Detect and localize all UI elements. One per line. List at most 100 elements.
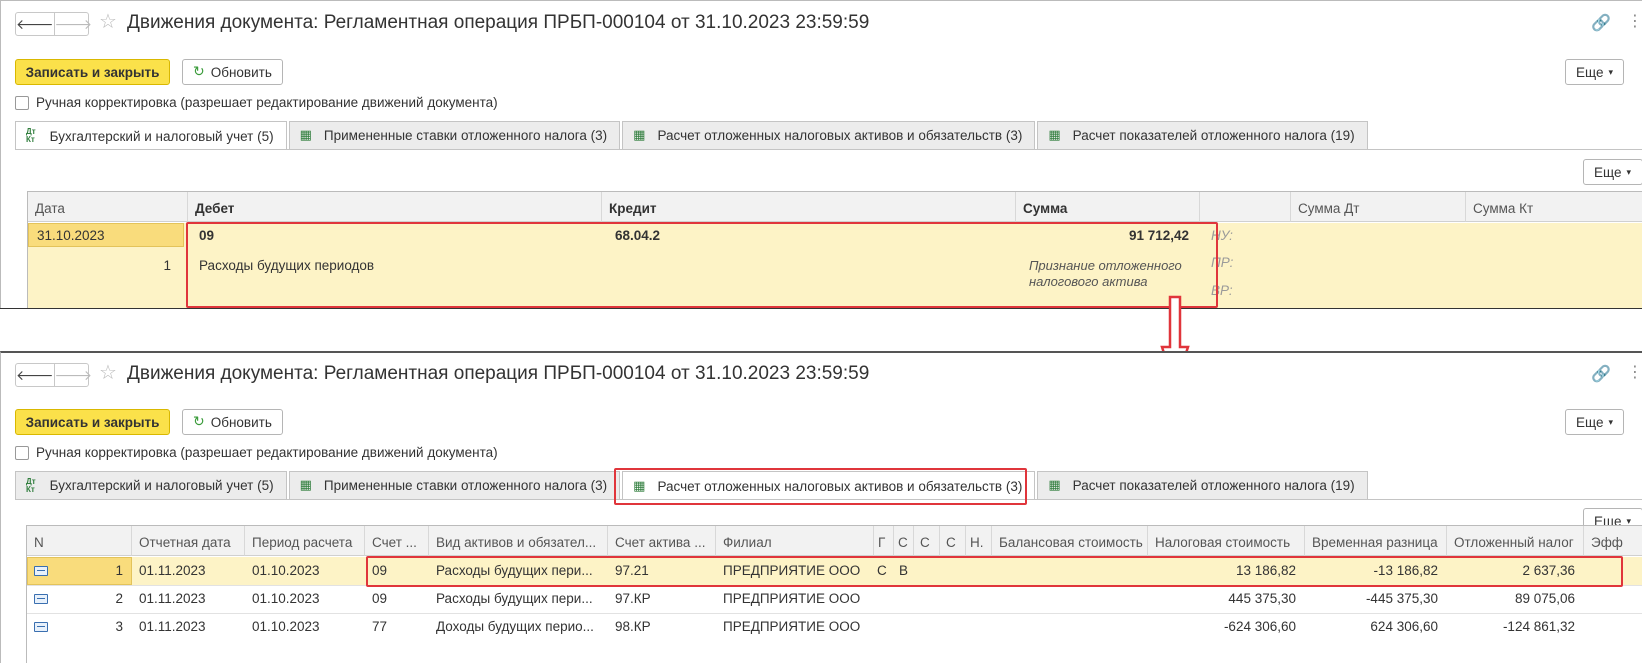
favorite-star-icon[interactable]: ☆: [99, 360, 117, 384]
forward-arrow-icon[interactable]: 🡒: [53, 364, 92, 386]
manual-edit-row: Ручная корректировка (разрешает редактир…: [15, 95, 498, 110]
more-vertical-icon[interactable]: ⋮: [1627, 11, 1642, 30]
link-icon[interactable]: 🔗: [1591, 13, 1611, 32]
row-n: 2: [115, 591, 123, 606]
col-balance[interactable]: Балансовая стоимость: [992, 526, 1148, 556]
row-line-no: 1: [163, 258, 171, 273]
more-label: Еще: [1576, 64, 1604, 80]
refresh-icon: ↻: [193, 64, 205, 80]
col-sum-kt[interactable]: Сумма Кт: [1466, 192, 1642, 222]
nav-buttons: 🡐 🡒: [15, 12, 92, 36]
tab-label: Бухгалтерский и налоговый учет (5): [49, 128, 274, 144]
row-report-date: 01.11.2023: [139, 563, 206, 578]
refresh-button[interactable]: ↻ Обновить: [182, 409, 283, 435]
more-button[interactable]: Еще ▾: [1565, 409, 1624, 435]
refresh-label: Обновить: [210, 414, 272, 430]
tab-accounting[interactable]: Дт Кт Бухгалтерский и налоговый учет (5): [15, 471, 287, 499]
tab-highlight-box: [614, 468, 1027, 505]
grid-more-button[interactable]: Еще ▾: [1583, 159, 1642, 185]
col-asset-account[interactable]: Счет актива ...: [608, 526, 716, 556]
tab-deferred-indicators[interactable]: ▦ Расчет показателей отложенного налога …: [1037, 471, 1368, 499]
link-icon[interactable]: 🔗: [1591, 364, 1611, 383]
dt-kt-icon: Дт Кт: [26, 476, 36, 494]
col-blank[interactable]: [1200, 192, 1291, 222]
row-divider: [27, 613, 1642, 614]
favorite-star-icon[interactable]: ☆: [99, 9, 117, 33]
dropdown-caret-icon: ▾: [1626, 166, 1631, 177]
col-credit[interactable]: Кредит: [602, 192, 1016, 222]
refresh-button[interactable]: ↻ Обновить: [182, 59, 283, 85]
row-branch: ПРЕДПРИЯТИЕ ООО: [723, 619, 861, 634]
more-label: Еще: [1594, 164, 1622, 180]
col-c5[interactable]: Н.: [966, 526, 992, 556]
tab-applied-rates[interactable]: ▦ Примененные ставки отложенного налога …: [288, 121, 621, 149]
tab-label: Примененные ставки отложенного налога (3…: [323, 128, 608, 143]
col-debit[interactable]: Дебет: [188, 192, 602, 222]
more-button[interactable]: Еще ▾: [1565, 59, 1624, 85]
col-sum[interactable]: Сумма: [1016, 192, 1200, 222]
row-n: 1: [115, 563, 123, 578]
row-period: 01.10.2023: [252, 619, 320, 634]
tab-label: Примененные ставки отложенного налога (3…: [323, 478, 608, 493]
row-deferred: 89 075,06: [1514, 591, 1575, 606]
col-c1[interactable]: Г: [874, 526, 894, 556]
col-temp-diff[interactable]: Временная разница: [1305, 526, 1447, 556]
manual-edit-row: Ручная корректировка (разрешает редактир…: [15, 445, 498, 460]
back-arrow-icon[interactable]: 🡐: [16, 364, 54, 386]
row-highlight-box: [366, 556, 1623, 587]
row-tax-value: 445 375,30: [1228, 591, 1296, 606]
window-title: Движения документа: Регламентная операци…: [127, 363, 870, 384]
row-period: 01.10.2023: [252, 563, 320, 578]
dropdown-caret-icon: ▾: [1608, 66, 1613, 77]
save-and-close-button[interactable]: Записать и закрыть: [15, 409, 170, 435]
col-period[interactable]: Период расчета: [245, 526, 365, 556]
col-n[interactable]: N: [27, 526, 132, 556]
manual-edit-checkbox[interactable]: [15, 95, 29, 110]
row-temp-diff: -445 375,30: [1365, 591, 1438, 606]
entries-grid: Дата Дебет Кредит Сумма Сумма Дт Сумма К…: [27, 191, 1642, 308]
tab-deferred-calc[interactable]: ▦ Расчет отложенных налоговых активов и …: [622, 121, 1036, 149]
col-eff[interactable]: Эфф: [1584, 526, 1642, 556]
col-report-date[interactable]: Отчетная дата: [132, 526, 245, 556]
row-tax-value: -624 306,60: [1223, 619, 1296, 634]
dt-kt-icon: Дт Кт: [26, 127, 36, 144]
more-label: Еще: [1576, 414, 1604, 430]
col-tax-value[interactable]: Налоговая стоимость: [1148, 526, 1305, 556]
col-branch[interactable]: Филиал: [716, 526, 874, 556]
row-account: 77: [372, 619, 388, 634]
dropdown-caret-icon: ▾: [1608, 416, 1613, 427]
tab-accounting[interactable]: Дт Кт Бухгалтерский и налоговый учет (5): [15, 121, 287, 150]
tab-bar: Дт Кт Бухгалтерский и налоговый учет (5) …: [15, 121, 1370, 150]
row-account: 09: [372, 591, 388, 606]
table-icon: ▦: [299, 128, 312, 143]
more-vertical-icon[interactable]: ⋮: [1627, 362, 1642, 381]
col-c4[interactable]: С: [940, 526, 966, 556]
window-title: Движения документа: Регламентная операци…: [127, 12, 870, 33]
separator: [0, 308, 1642, 351]
row-asset-type: Доходы будущих перио...: [436, 619, 594, 634]
row-period: 01.10.2023: [252, 591, 320, 606]
row-temp-diff: 624 306,60: [1370, 619, 1438, 634]
tab-applied-rates[interactable]: ▦ Примененные ставки отложенного налога …: [288, 471, 621, 499]
manual-edit-checkbox[interactable]: [15, 445, 29, 460]
row-n: 3: [115, 619, 123, 634]
tab-label: Бухгалтерский и налоговый учет (5): [49, 478, 274, 493]
row-branch: ПРЕДПРИЯТИЕ ООО: [723, 591, 861, 606]
save-and-close-button[interactable]: Записать и закрыть: [15, 59, 170, 85]
deferred-calc-grid: N Отчетная дата Период расчета Счет ... …: [26, 525, 1642, 663]
table-icon: ▦: [1048, 478, 1061, 493]
col-c2[interactable]: С: [894, 526, 914, 556]
col-date[interactable]: Дата: [28, 192, 188, 222]
col-asset-type[interactable]: Вид активов и обязател...: [429, 526, 608, 556]
col-account[interactable]: Счет ...: [365, 526, 429, 556]
tab-deferred-indicators[interactable]: ▦ Расчет показателей отложенного налога …: [1037, 121, 1368, 149]
tab-divider: [15, 149, 1642, 150]
col-deferred[interactable]: Отложенный налог: [1447, 526, 1584, 556]
row-deferred: -124 861,32: [1502, 619, 1575, 634]
row-report-date: 01.11.2023: [139, 619, 206, 634]
back-arrow-icon[interactable]: 🡐: [16, 13, 54, 35]
col-sum-dt[interactable]: Сумма Дт: [1291, 192, 1466, 222]
highlight-box: [186, 222, 1218, 308]
col-c3[interactable]: С: [914, 526, 940, 556]
forward-arrow-icon[interactable]: 🡒: [53, 13, 92, 35]
